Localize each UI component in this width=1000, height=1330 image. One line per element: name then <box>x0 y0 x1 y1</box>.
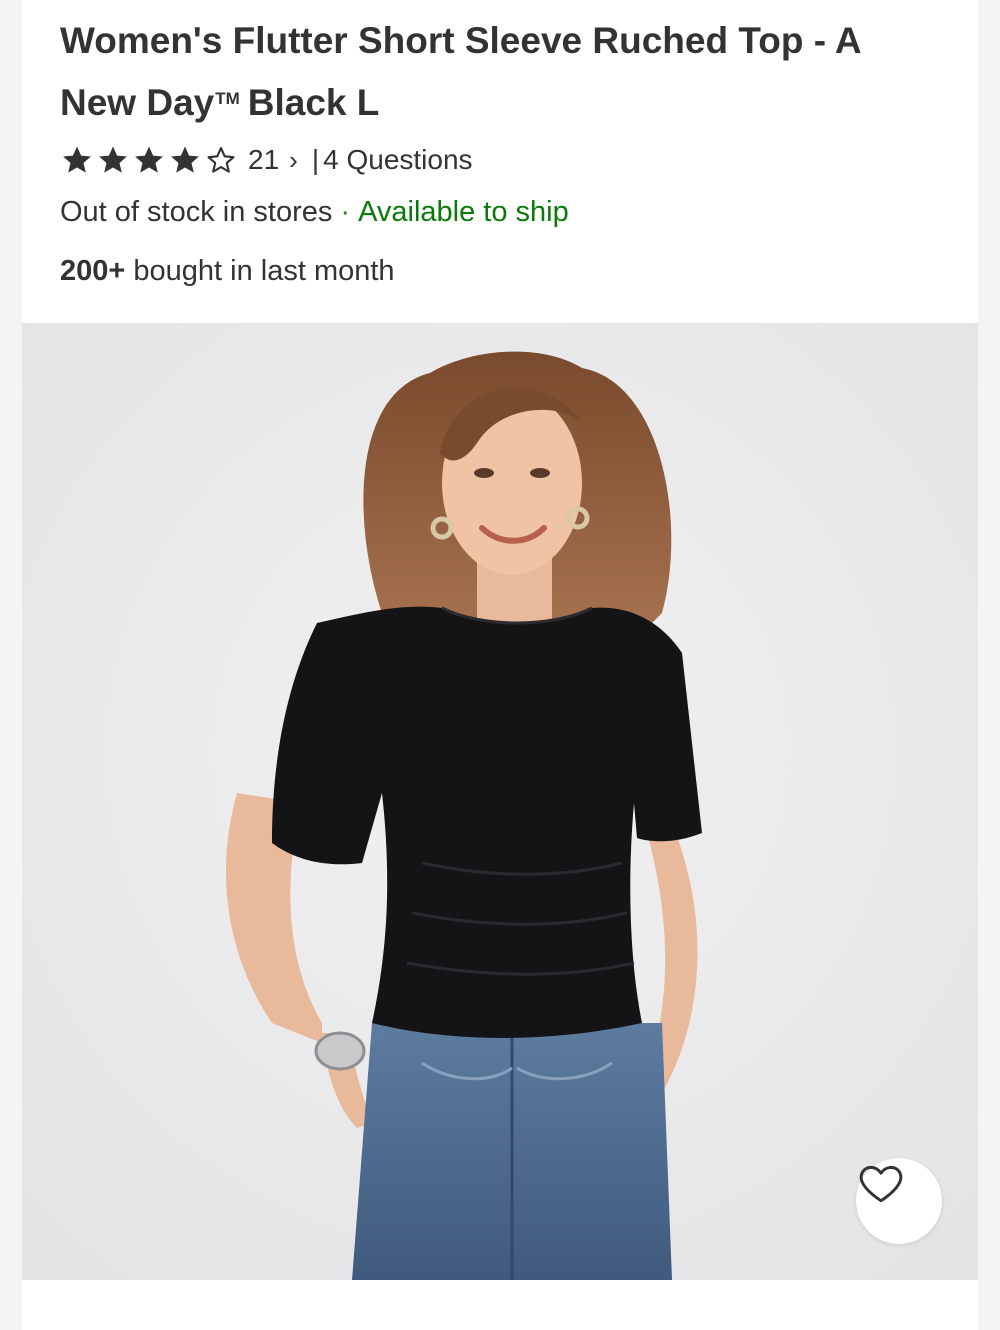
product-photo-illustration <box>22 323 978 1280</box>
bought-count: 200+ bought in last month <box>60 255 395 288</box>
star-filled-icon <box>63 146 91 173</box>
product-image[interactable] <box>22 323 978 1280</box>
store-status: Out of stock in stores <box>60 196 333 228</box>
product-title-variant: Black L <box>247 82 380 123</box>
bought-number: 200+ <box>60 255 126 287</box>
star-filled-icon <box>171 146 199 173</box>
bought-text: bought in last month <box>125 255 395 287</box>
star-filled-icon <box>99 146 127 173</box>
product-title-main: Women's Flutter Short Sleeve Ruched Top … <box>60 20 861 123</box>
star-filled-icon <box>135 146 163 173</box>
product-title: Women's Flutter Short Sleeve Ruched Top … <box>60 12 940 132</box>
trademark-mark: TM <box>215 89 240 108</box>
star-rating <box>60 143 238 177</box>
review-count[interactable]: 21 <box>248 144 279 176</box>
bottom-strip <box>22 1280 978 1330</box>
separator: | <box>311 144 320 175</box>
heart-outline-icon <box>859 1165 903 1203</box>
chevron-right-icon: › <box>289 144 298 175</box>
product-page: Women's Flutter Short Sleeve Ruched Top … <box>0 0 1000 1330</box>
rating-row[interactable]: 21 › | 4 Questions <box>60 140 473 180</box>
product-info-panel: Women's Flutter Short Sleeve Ruched Top … <box>22 0 978 323</box>
star-outline-icon <box>207 147 235 173</box>
ship-status: Available to ship <box>358 196 569 228</box>
questions-link[interactable]: 4 Questions <box>323 144 472 176</box>
favorite-button[interactable] <box>856 1158 942 1244</box>
dot-separator: · <box>340 196 351 228</box>
fulfillment-status: Out of stock in stores · Available to ship <box>60 196 569 229</box>
